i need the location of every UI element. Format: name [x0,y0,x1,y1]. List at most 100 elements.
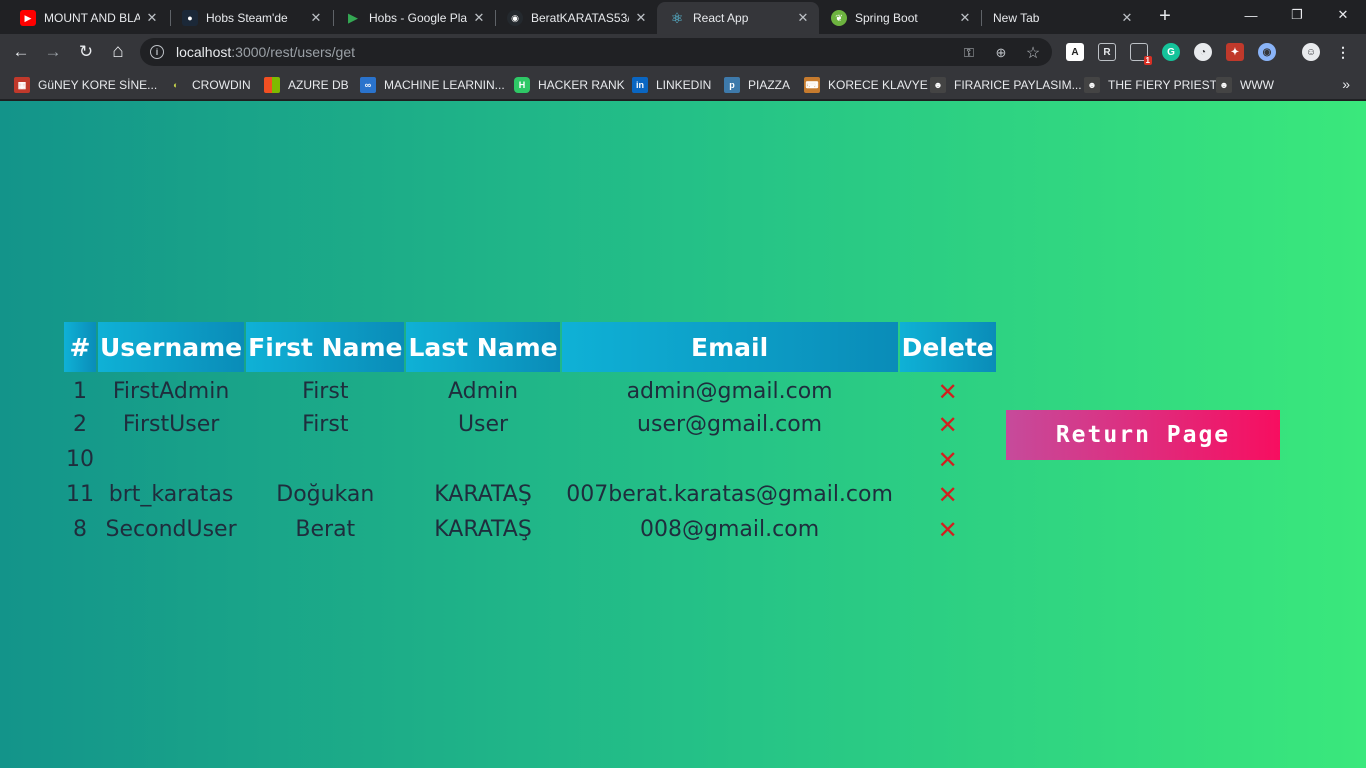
extension-a-icon[interactable]: A [1066,43,1084,61]
zoom-icon[interactable]: ⊕ [992,44,1010,62]
bookmark-label: THE FIERY PRIEST [1108,78,1217,92]
bookmark-label: LINKEDIN [656,78,712,92]
bookmark-label: PIAZZA [748,78,791,92]
home-button[interactable]: ⌂ [105,39,131,65]
linkedin-icon: in [632,77,648,93]
table-row: 10 ✕ [64,442,996,477]
extension-badge-icon[interactable]: 1 [1130,43,1152,65]
cell-username: brt_karatas [108,482,234,507]
close-icon[interactable]: ✕ [144,10,160,26]
close-icon[interactable]: ✕ [1119,10,1135,26]
table-row: 8 SecondUser Berat KARATAŞ 008@gmail.com… [64,512,996,547]
cell-delete: ✕ [900,442,996,477]
cell-last-name: Admin [447,379,519,404]
tab-youtube[interactable]: ▶ MOUNT AND BLA ✕ [8,2,168,34]
tab-google-play[interactable]: ▶ Hobs - Google Pla ✕ [333,2,495,34]
tab-new-tab[interactable]: New Tab ✕ [981,2,1143,34]
close-icon[interactable]: ✕ [471,10,487,26]
bookmarks-bar: ▦ GüNEY KORE SİNE... ◐ CROWDIN AZURE DB … [0,70,1366,100]
info-icon[interactable]: i [150,45,164,59]
cell-first-name: Doğukan [276,482,375,507]
browser-toolbar: ← → ↻ ⌂ i localhost:3000/rest/users/get … [0,34,1366,70]
address-url[interactable]: localhost:3000/rest/users/get [176,44,355,60]
minimize-button[interactable]: — [1228,0,1274,30]
bookmark-item[interactable]: ☻ THE FIERY PRIEST [1084,75,1217,95]
extension-circle-icon[interactable]: ◉ [1258,43,1276,61]
key-icon[interactable]: ⚿ [960,44,978,62]
tab-react-app[interactable]: ⚛ React App ✕ [657,2,819,34]
bookmark-item[interactable]: H HACKER RANK [514,75,625,95]
tab-steam[interactable]: ● Hobs Steam'de ✕ [170,2,332,34]
menu-icon[interactable]: ⋮ [1334,43,1352,61]
forward-button[interactable]: → [40,39,66,65]
delete-icon[interactable]: ✕ [938,378,958,406]
bookmark-label: HACKER RANK [538,78,625,92]
grammarly-icon[interactable]: G [1162,43,1180,61]
delete-icon[interactable]: ✕ [938,481,958,509]
cell-first-name: First [302,412,349,437]
back-button[interactable]: ← [8,39,34,65]
close-icon[interactable]: ✕ [633,10,649,26]
return-page-button[interactable]: Return Page [1006,410,1280,460]
hackerrank-icon: H [514,77,530,93]
tab-title: Hobs Steam'de [206,11,288,25]
manga-icon: ☻ [1084,77,1100,93]
table-row: 1 FirstAdmin First Admin admin@gmail.com… [64,372,996,407]
manga-icon: ☻ [1216,77,1232,93]
address-bar[interactable]: i localhost:3000/rest/users/get ⚿ ⊕ ☆ [140,38,1052,66]
column-header-first-name: First Name [246,322,405,372]
tab-title: BeratKARATAS53/ [531,11,629,25]
reload-button[interactable]: ↻ [73,39,99,65]
cell-username: SecondUser [105,517,237,542]
new-tab-button[interactable]: + [1152,5,1178,29]
cell-email: admin@gmail.com [626,379,833,404]
tab-title: React App [693,11,749,25]
piazza-icon: p [724,77,740,93]
tab-spring-boot[interactable]: ❦ Spring Boot ✕ [819,2,981,34]
extension-red-icon[interactable]: ✦ [1226,43,1244,61]
bookmark-item[interactable]: ☻ FIRARICE PAYLASIM... [930,75,1082,95]
extension-r-icon[interactable]: R [1098,43,1116,61]
bookmark-item[interactable]: ∞ MACHINE LEARNIN... [360,75,505,95]
cell-first-name: First [302,379,349,404]
bookmark-item[interactable]: ☻ WWW [1216,75,1274,95]
maximize-button[interactable]: ❐ [1274,0,1320,30]
cell-first-name [246,442,404,477]
close-icon[interactable]: ✕ [957,10,973,26]
delete-icon[interactable]: ✕ [938,446,958,474]
tab-title: Hobs - Google Pla [369,11,467,25]
bookmark-label: MACHINE LEARNIN... [384,78,505,92]
close-icon[interactable]: ✕ [795,10,811,26]
column-header-email: Email [561,322,898,372]
star-icon[interactable]: ☆ [1024,44,1042,62]
film-icon: ▦ [14,77,30,93]
cell-id: 10 [66,447,94,472]
delete-icon[interactable]: ✕ [938,411,958,439]
tab-strip: ▶ MOUNT AND BLA ✕ ● Hobs Steam'de ✕ ▶ Ho… [0,0,1366,34]
bookmark-item[interactable]: p PIAZZA [724,75,790,95]
close-icon[interactable]: ✕ [308,10,324,26]
speedometer-icon[interactable]: ◔ [1194,43,1212,61]
users-table: # Username First Name Last Name Email De… [62,322,998,547]
column-header-delete: Delete [899,322,996,372]
bookmark-item[interactable]: ⌨ KORECE KLAVYE [804,75,928,95]
cell-id: 11 [66,482,94,507]
cell-id: 2 [73,412,87,437]
cell-delete: ✕ [900,477,996,512]
close-window-button[interactable]: ✕ [1320,0,1366,30]
tab-github[interactable]: ◉ BeratKARATAS53/ ✕ [495,2,657,34]
cell-email: 008@gmail.com [640,517,820,542]
bookmark-item[interactable]: in LINKEDIN [632,75,711,95]
bookmarks-overflow-button[interactable]: » [1342,76,1350,92]
bookmark-item[interactable]: AZURE DB [264,75,349,95]
profile-avatar[interactable]: ☺ [1302,43,1320,61]
cell-last-name: User [457,412,509,437]
cell-first-name: Berat [295,517,356,542]
url-host: localhost [176,44,232,60]
bookmark-item[interactable]: ◐ CROWDIN [168,75,250,95]
delete-icon[interactable]: ✕ [938,516,958,544]
cell-username [98,442,244,477]
bookmark-item[interactable]: ▦ GüNEY KORE SİNE... [14,75,157,95]
cell-delete: ✕ [900,407,996,442]
cell-email: 007berat.karatas@gmail.com [566,482,893,507]
